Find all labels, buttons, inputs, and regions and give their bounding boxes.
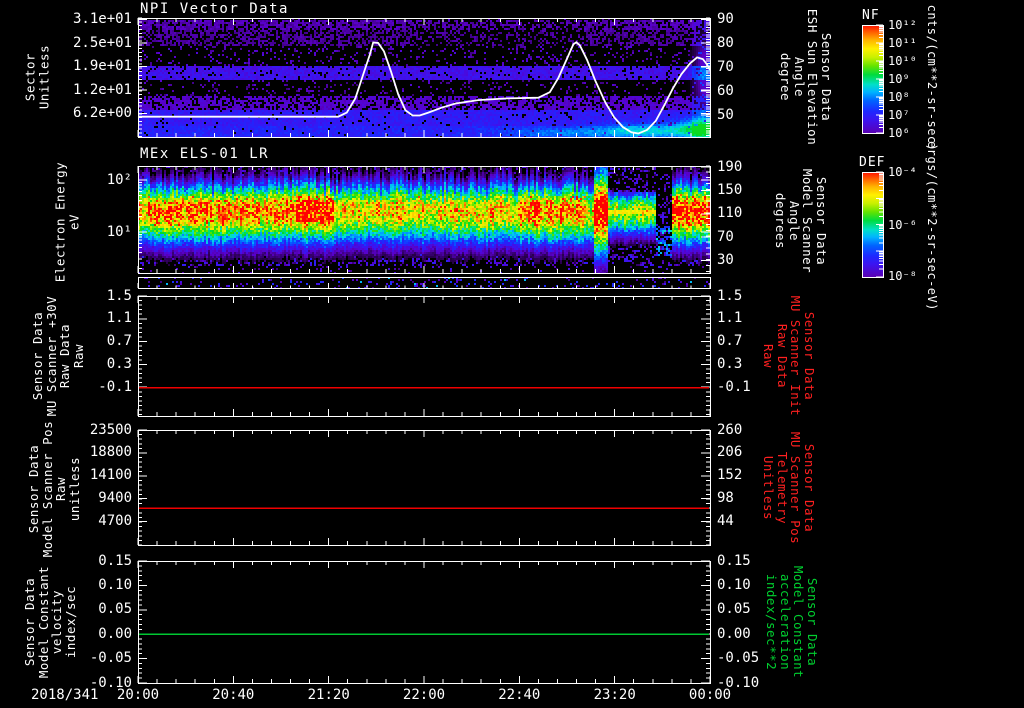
y-tick-label-right: 0.3 (717, 355, 743, 372)
y-tick-label-right: 70 (717, 228, 734, 245)
nf-colorbar-tick-label: 10⁹ (888, 72, 910, 86)
y-tick-label-right: 90 (717, 10, 734, 27)
sun-elevation-curve (138, 41, 711, 135)
y-tick-label-right: -0.05 (717, 650, 760, 667)
x-tick-label: 21:20 (307, 687, 350, 703)
y-tick-label-right: 80 (717, 34, 734, 51)
panel-frame (138, 430, 711, 546)
nf-colorbar-title: NF (862, 8, 880, 23)
panel-title-els: MEx ELS-01 LR (140, 146, 270, 162)
nf-colorbar-tick-label: 10⁷ (888, 108, 910, 122)
y-tick-label-right: 0.10 (717, 576, 751, 593)
y-tick-label-left: 4700 (98, 513, 132, 530)
y-tick-label-right: 1.5 (717, 287, 743, 304)
y-tick-label-left: 10² (106, 171, 132, 188)
y-tick-label-left: -0.05 (89, 650, 132, 667)
panel-title-npi: NPI Vector Data (140, 1, 289, 17)
y-tick-label-left: 2.5e+01 (72, 34, 132, 51)
def-colorbar-tick-label: 10⁻⁸ (888, 269, 917, 283)
y-tick-label-right: 0.7 (717, 333, 743, 350)
panel-frame (138, 166, 711, 274)
y-tick-label-right: 152 (717, 467, 743, 484)
y-tick-label-left: 0.05 (98, 601, 132, 618)
nf-colorbar-tick-label: 10⁸ (888, 90, 910, 104)
y-tick-label-right: 0.05 (717, 601, 751, 618)
y-tick-label-left: 1.1 (106, 310, 132, 327)
def-colorbar-tick-label: 10⁻⁶ (888, 217, 917, 232)
def-colorbar-tick-label: 10⁻⁴ (888, 165, 917, 179)
nf-colorbar-tick-label: 10¹⁰ (888, 54, 917, 68)
y-tick-label-left: 23500 (89, 421, 132, 438)
panel-frame (138, 561, 711, 684)
x-tick-label: 22:40 (498, 687, 541, 703)
science-plot-screen: NPI Vector Data MEx ELS-01 LR Sector Uni… (0, 0, 1024, 708)
y-tick-label-left: 3.1e+01 (72, 11, 132, 27)
scanpos-left-axis-label: Sensor Data Model Scanner Pos Raw unitle… (26, 420, 82, 558)
y-tick-label-right: 44 (717, 513, 734, 530)
y-tick-label-right: 260 (717, 421, 743, 438)
y-tick-label-left: 0.00 (98, 625, 132, 642)
y-tick-label-left: 0.3 (106, 355, 132, 372)
y-tick-label-right: 1.1 (717, 310, 743, 327)
y-tick-label-right: 0.15 (717, 552, 751, 569)
y-tick-label-right: 98 (717, 490, 734, 507)
nf-colorbar-tick-label: 10¹² (888, 18, 917, 32)
y-tick-label-left: 1.2e+01 (72, 81, 132, 98)
y-tick-label-left: 6.2e+00 (72, 105, 132, 121)
def-colorbar-title: DEF (859, 155, 886, 170)
y-tick-label-left: 9400 (98, 490, 132, 507)
y-tick-label-right: 70 (717, 58, 734, 75)
npi-right-axis-label: Sensor Data ESH Sun Elevation Angle degr… (778, 8, 835, 146)
y-tick-label-right: 206 (717, 444, 743, 461)
y-tick-label-left: 0.7 (106, 333, 132, 350)
y-tick-label-right: 30 (717, 252, 734, 269)
y-tick-label-left: 14100 (89, 467, 132, 484)
y-tick-label-right: 60 (717, 82, 734, 99)
axes-overlay (137, 17, 884, 684)
y-tick-label-right: 190 (717, 158, 743, 175)
npi-left-axis-label: Sector Unitless (22, 44, 52, 110)
y-tick-label-left: -0.1 (98, 378, 132, 395)
y-tick-label-left: 1.5 (106, 287, 132, 304)
panel-frame (138, 18, 711, 138)
x-tick-label: 23:20 (593, 687, 636, 703)
y-tick-label-left: 0.15 (98, 552, 132, 569)
y-tick-label-left: 10¹ (106, 223, 132, 240)
y-tick-label-right: 50 (717, 106, 734, 123)
x-tick-label: 00:00 (688, 687, 732, 703)
y-tick-label-right: -0.1 (717, 378, 751, 395)
y-tick-label-left: 1.9e+01 (72, 58, 132, 74)
y-tick-label-right: 0.00 (717, 625, 751, 642)
x-tick-label: 20:40 (212, 687, 255, 703)
y-tick-label-right: 110 (717, 205, 743, 222)
panel-frame (138, 296, 711, 417)
nf-colorbar-tick-label: 10¹¹ (888, 36, 917, 50)
nf-colorbar-tick-label: 10⁶ (888, 126, 910, 140)
x-tick-label: 22:00 (402, 687, 446, 703)
y-tick-label-left: 18800 (89, 444, 132, 461)
y-tick-label-left: 0.10 (98, 576, 132, 593)
x-tick-label: 20:00 (116, 687, 160, 703)
y-tick-label-right: 150 (717, 181, 743, 198)
